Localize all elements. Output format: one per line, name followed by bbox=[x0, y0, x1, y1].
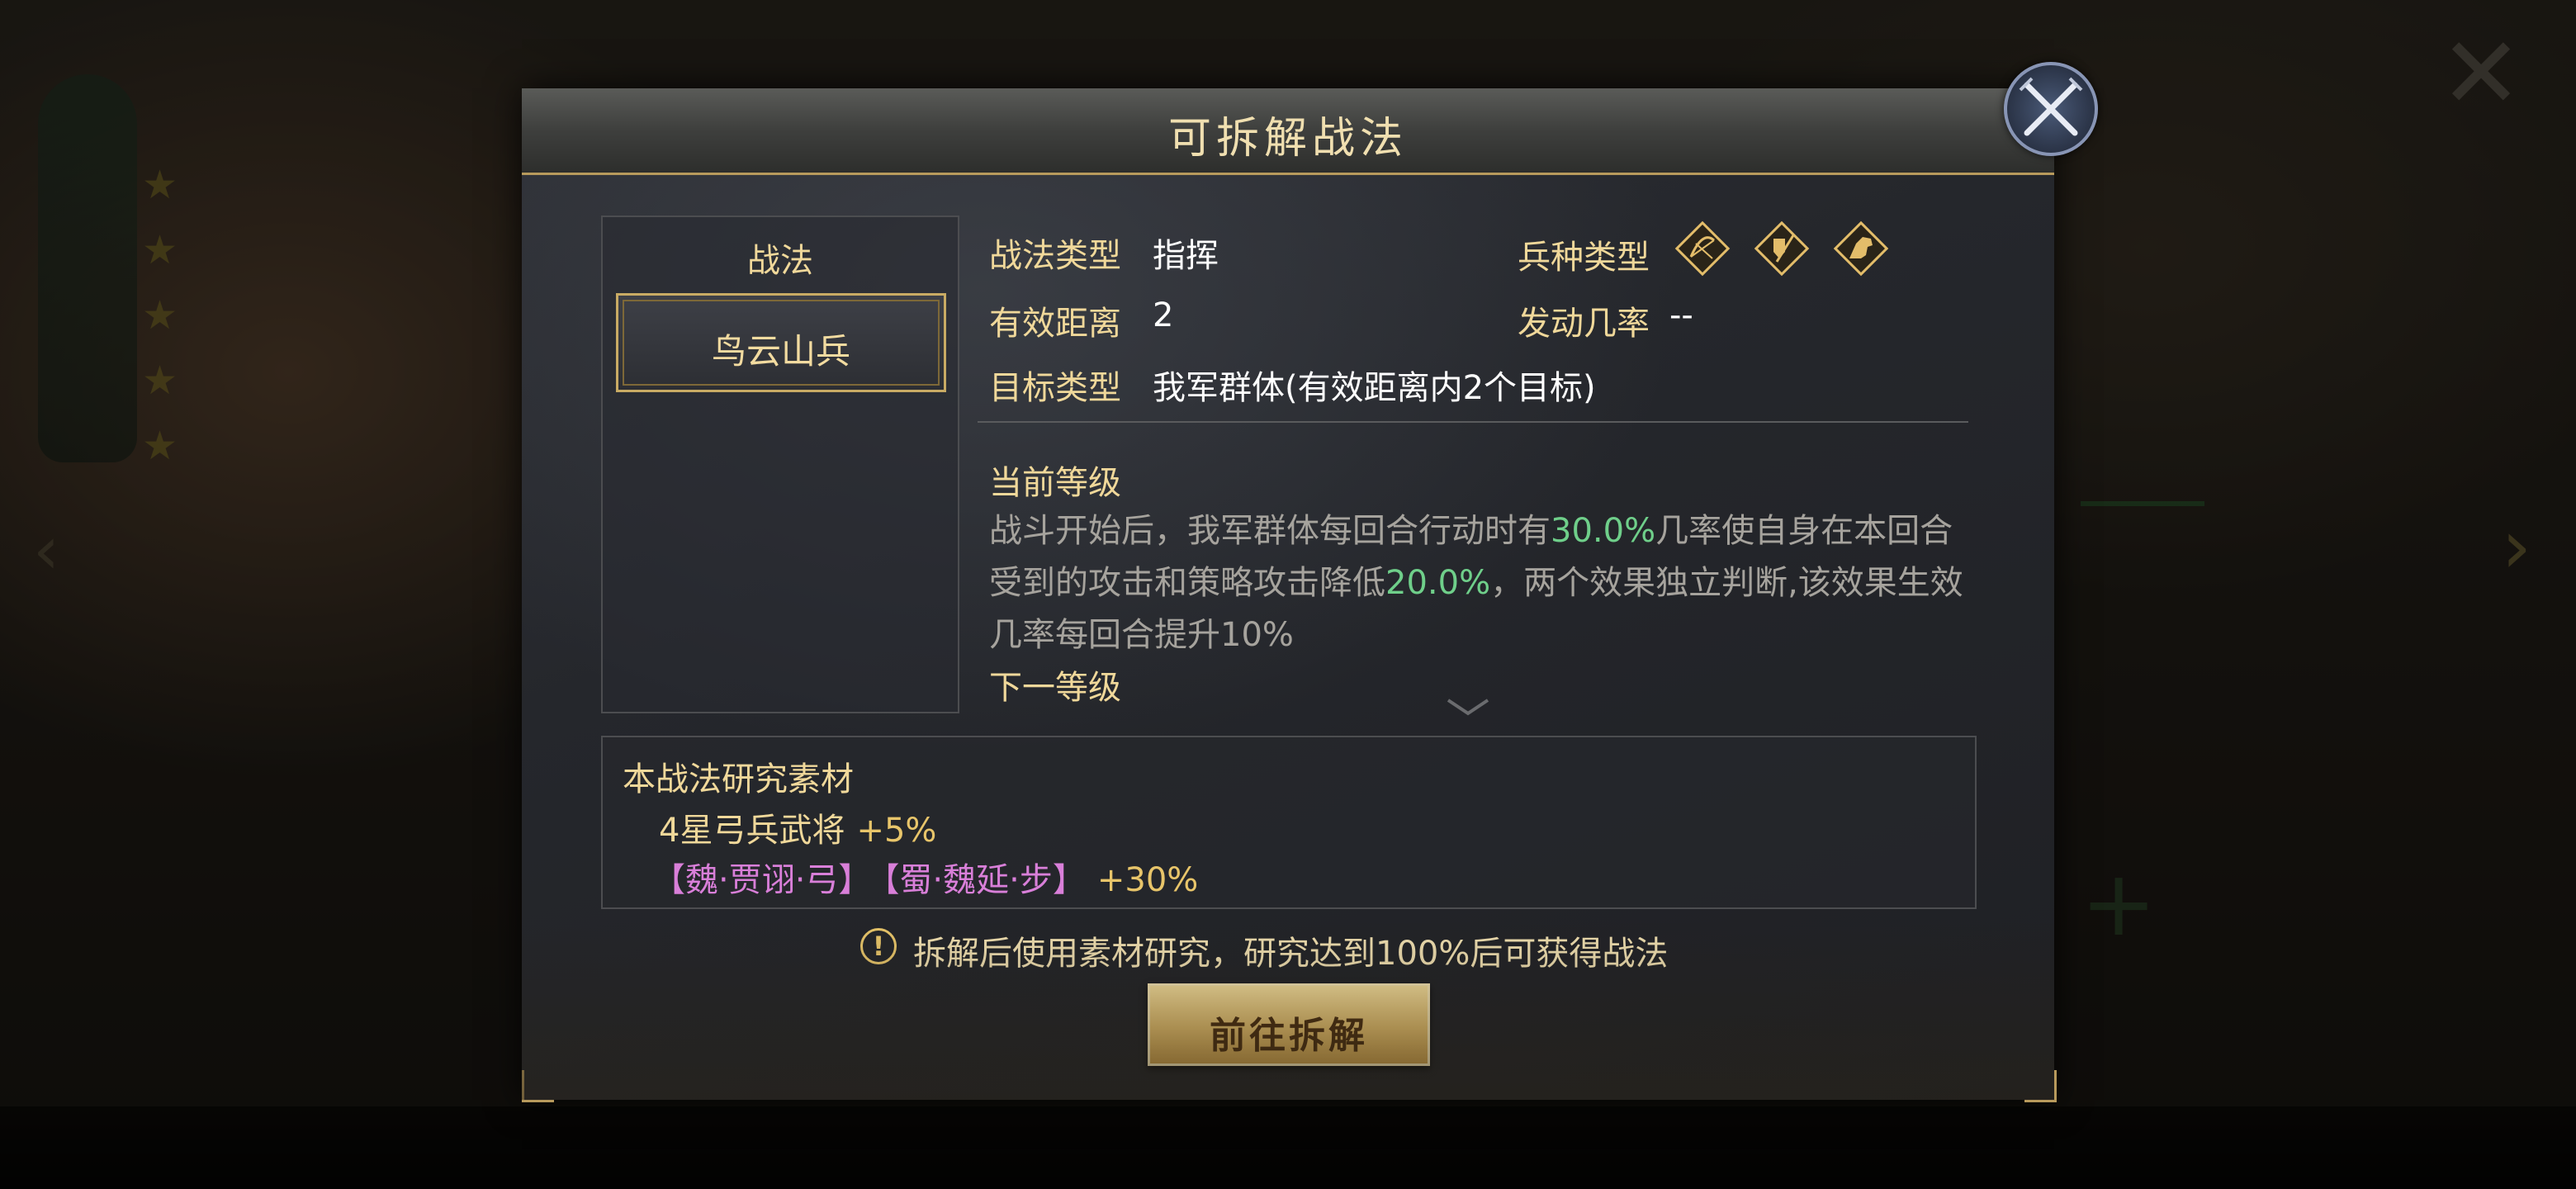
current-level-description: 战斗开始后，我军群体每回合行动时有30.0%几率使自身在本回合受到的攻击和策略攻… bbox=[989, 512, 1963, 654]
corner-ornament bbox=[522, 1070, 554, 1102]
next-level-label: 下一等级 bbox=[989, 669, 1121, 707]
research-materials-box: 本战法研究素材 4星弓兵武将 +5% 【魏·贾诩·弓】 【蜀·魏延·步】 +30% bbox=[601, 736, 1977, 909]
dialog-title: 可拆解战法 bbox=[1167, 114, 1408, 163]
trigger-rate-label: 发动几率 bbox=[1518, 305, 1650, 343]
scroll-down-chevron-icon[interactable] bbox=[1443, 695, 1493, 720]
range-label: 有效距离 bbox=[989, 305, 1121, 343]
go-decompose-label: 前往拆解 bbox=[1210, 1015, 1368, 1057]
material-item: 4星弓兵武将 +5% bbox=[659, 812, 937, 850]
general-name: 【魏·贾诩·弓】 bbox=[652, 861, 872, 899]
reduction-highlight: 20.0% bbox=[1385, 564, 1491, 602]
materials-title: 本战法研究素材 bbox=[623, 760, 854, 798]
bow-icon bbox=[1673, 219, 1732, 278]
shield-spear-icon bbox=[1752, 219, 1811, 278]
corner-ornament bbox=[2024, 1070, 2057, 1102]
current-level-label: 当前等级 bbox=[989, 464, 1121, 502]
skill-panel-header: 战法 bbox=[747, 242, 813, 280]
horse-icon bbox=[1831, 219, 1891, 278]
range-value: 2 bbox=[1153, 296, 1174, 334]
rate-highlight: 30.0% bbox=[1551, 512, 1656, 550]
dialog-title-bar: 可拆解战法 bbox=[522, 88, 2054, 175]
skill-type-value: 指挥 bbox=[1153, 237, 1219, 275]
trigger-rate-value: -- bbox=[1669, 296, 1693, 334]
skill-list-panel: 战法 鸟云山兵 bbox=[601, 216, 959, 713]
crossed-swords-close-icon bbox=[2019, 77, 2083, 136]
material-bonus: +5% bbox=[856, 812, 937, 850]
material-item: 【魏·贾诩·弓】 【蜀·魏延·步】 +30% bbox=[652, 853, 1198, 901]
decompose-hint: ! 拆解后使用素材研究，研究达到100%后可获得战法 bbox=[860, 926, 1719, 976]
general-name: 【蜀·魏延·步】 bbox=[883, 861, 1086, 899]
section-divider bbox=[978, 421, 1968, 423]
selected-skill-label: 鸟云山兵 bbox=[711, 331, 850, 372]
decompose-skill-dialog: 可拆解战法 战法 鸟云山兵 战法类型 指挥 有效距离 2 目标类型 我军群体(有… bbox=[522, 62, 2098, 1102]
exclamation-circle-icon: ! bbox=[860, 928, 897, 964]
troop-type-label: 兵种类型 bbox=[1518, 239, 1650, 277]
selected-skill-item[interactable]: 鸟云山兵 bbox=[616, 293, 946, 392]
target-type-value: 我军群体(有效距离内2个目标) bbox=[1153, 369, 1596, 407]
go-decompose-button[interactable]: 前往拆解 bbox=[1148, 983, 1430, 1066]
close-button[interactable] bbox=[2004, 62, 2098, 156]
material-bonus: +30% bbox=[1096, 861, 1199, 899]
skill-type-label: 战法类型 bbox=[989, 237, 1121, 275]
target-type-label: 目标类型 bbox=[989, 369, 1121, 407]
hint-text: 拆解后使用素材研究，研究达到100%后可获得战法 bbox=[913, 935, 1669, 973]
